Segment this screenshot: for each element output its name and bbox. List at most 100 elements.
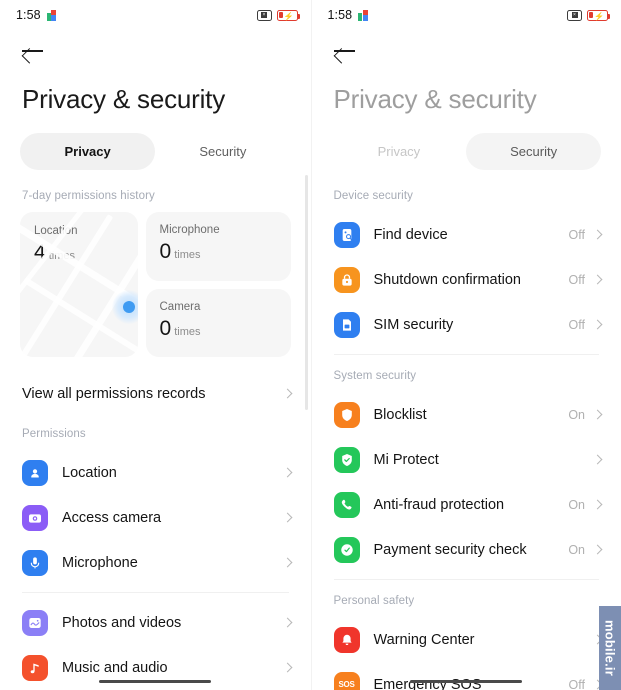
chevron-right-icon xyxy=(592,499,603,510)
permission-row-location[interactable]: Location xyxy=(0,450,311,495)
card-count-number: 0 xyxy=(159,316,172,340)
card-count: 4 times xyxy=(34,242,138,263)
watermark: mobile.ir xyxy=(599,606,621,690)
chevron-right-icon xyxy=(592,274,603,285)
status-bar-left: 1:58 xyxy=(16,8,57,22)
status-time: 1:58 xyxy=(327,8,353,22)
no-sim-icon: × xyxy=(567,9,582,21)
privacy-panel: 1:58 × ⚡ Privacy & security Privacy Secu… xyxy=(0,0,311,690)
warning-bell-icon xyxy=(333,626,360,653)
location-dot xyxy=(123,301,135,313)
chevron-right-icon xyxy=(592,409,603,420)
permission-history-cards: Location 4 times Microphone 0 times Came… xyxy=(0,212,311,357)
tab-privacy[interactable]: Privacy xyxy=(332,133,467,170)
row-label: Microphone xyxy=(62,554,138,571)
row-label: SIM security xyxy=(373,316,454,333)
card-label: Microphone xyxy=(159,224,220,236)
scrollbar-left[interactable] xyxy=(305,175,308,410)
permission-row-photos-and-videos[interactable]: Photos and videos xyxy=(0,600,311,645)
shield-icon xyxy=(333,401,360,428)
row-label: Access camera xyxy=(62,509,162,526)
back-row xyxy=(0,30,311,70)
chevron-right-icon xyxy=(592,544,603,555)
security-row-mi-protect[interactable]: Mi Protect xyxy=(312,437,621,482)
security-panel: 1:58 × ⚡ Privacy & security Privacy Secu… xyxy=(310,0,621,690)
check-circle-icon xyxy=(333,536,360,563)
row-label: Mi Protect xyxy=(373,451,439,468)
lock-icon xyxy=(333,266,360,293)
row-label: Payment security check xyxy=(373,541,527,558)
row-label: Shutdown confirmation xyxy=(373,271,522,288)
low-battery-icon: ⚡ xyxy=(276,9,300,21)
card-count-number: 4 xyxy=(34,241,46,264)
sim-card-icon xyxy=(333,311,360,338)
tab-security[interactable]: Security xyxy=(155,133,290,170)
music-icon xyxy=(22,654,48,681)
chevron-right-icon xyxy=(282,662,292,673)
row-status: On xyxy=(568,542,585,557)
card-count-unit: times xyxy=(174,325,201,338)
sos-icon: SOS xyxy=(333,671,360,690)
location-history-card[interactable]: Location 4 times xyxy=(20,212,138,357)
permission-row-music-and-audio[interactable]: Music and audio xyxy=(0,645,311,690)
chevron-right-icon xyxy=(282,512,292,523)
row-label: Anti-fraud protection xyxy=(373,496,505,513)
chevron-right-icon xyxy=(282,388,292,399)
security-row-find-device[interactable]: Find device Off xyxy=(312,212,621,257)
view-all-permissions-records-row[interactable]: View all permissions records xyxy=(0,371,311,416)
tab-security[interactable]: Security xyxy=(466,133,601,170)
permissions-history-label: 7-day permissions history xyxy=(22,190,155,202)
chevron-right-icon xyxy=(592,454,603,465)
dual-screenshot: 1:58 × ⚡ Privacy & security Privacy Secu… xyxy=(0,0,621,690)
security-row-emergency-sos[interactable]: SOS Emergency SOS Off xyxy=(312,662,621,690)
page-title: Privacy & security xyxy=(22,84,226,114)
camera-icon xyxy=(22,504,48,531)
card-count-unit: times xyxy=(174,249,201,261)
back-arrow-icon[interactable] xyxy=(22,42,44,60)
permission-row-microphone[interactable]: Microphone xyxy=(0,540,311,585)
row-label: Location xyxy=(62,464,117,481)
security-row-shutdown-confirmation[interactable]: Shutdown confirmation Off xyxy=(312,257,621,302)
row-label: Music and audio xyxy=(62,659,168,676)
row-label: Warning Center xyxy=(373,631,475,648)
card-label: Location xyxy=(34,225,78,237)
chevron-right-icon xyxy=(592,319,603,330)
status-bar: 1:58 × ⚡ xyxy=(312,0,621,30)
shield-check-icon xyxy=(333,446,360,473)
sos-label: SOS xyxy=(338,680,355,689)
row-status: On xyxy=(568,497,585,512)
low-battery-icon: ⚡ xyxy=(587,9,610,21)
security-row-sim-security[interactable]: SIM security Off xyxy=(312,302,621,347)
back-row xyxy=(312,30,621,70)
back-arrow-icon[interactable] xyxy=(333,42,356,60)
security-row-anti-fraud-protection[interactable]: Anti-fraud protection On xyxy=(312,482,621,527)
find-device-icon xyxy=(333,221,360,248)
tab-privacy[interactable]: Privacy xyxy=(20,133,156,170)
navigation-gesture-bar[interactable] xyxy=(99,679,212,683)
security-row-blocklist[interactable]: Blocklist On xyxy=(312,392,621,437)
chevron-right-icon xyxy=(592,229,603,240)
page-title: Privacy & security xyxy=(333,84,537,114)
security-row-payment-security-check[interactable]: Payment security check On xyxy=(312,527,621,572)
security-row-warning-center[interactable]: Warning Center xyxy=(312,617,621,662)
chevron-right-icon xyxy=(282,557,292,568)
permission-row-access-camera[interactable]: Access camera xyxy=(0,495,311,540)
photos-icon xyxy=(22,609,48,636)
card-label: Camera xyxy=(159,300,201,313)
card-count: 0 times xyxy=(160,241,291,262)
row-label: Blocklist xyxy=(373,406,427,423)
microphone-history-card[interactable]: Microphone 0 times xyxy=(145,212,291,281)
status-bar: 1:58 × ⚡ xyxy=(0,0,311,30)
device-security-label: Device security xyxy=(333,190,413,202)
list-divider xyxy=(333,579,599,580)
row-label: Find device xyxy=(373,226,448,243)
phone-icon xyxy=(333,491,360,518)
navigation-gesture-bar[interactable] xyxy=(410,679,523,683)
row-status: On xyxy=(568,407,585,422)
chevron-right-icon xyxy=(282,617,292,628)
location-pin-icon xyxy=(22,459,48,486)
camera-history-card[interactable]: Camera 0 times xyxy=(145,288,291,357)
tab-bar: Privacy Security xyxy=(332,133,601,170)
status-bar-left: 1:58 xyxy=(328,8,369,22)
card-count-unit: times xyxy=(48,250,75,262)
